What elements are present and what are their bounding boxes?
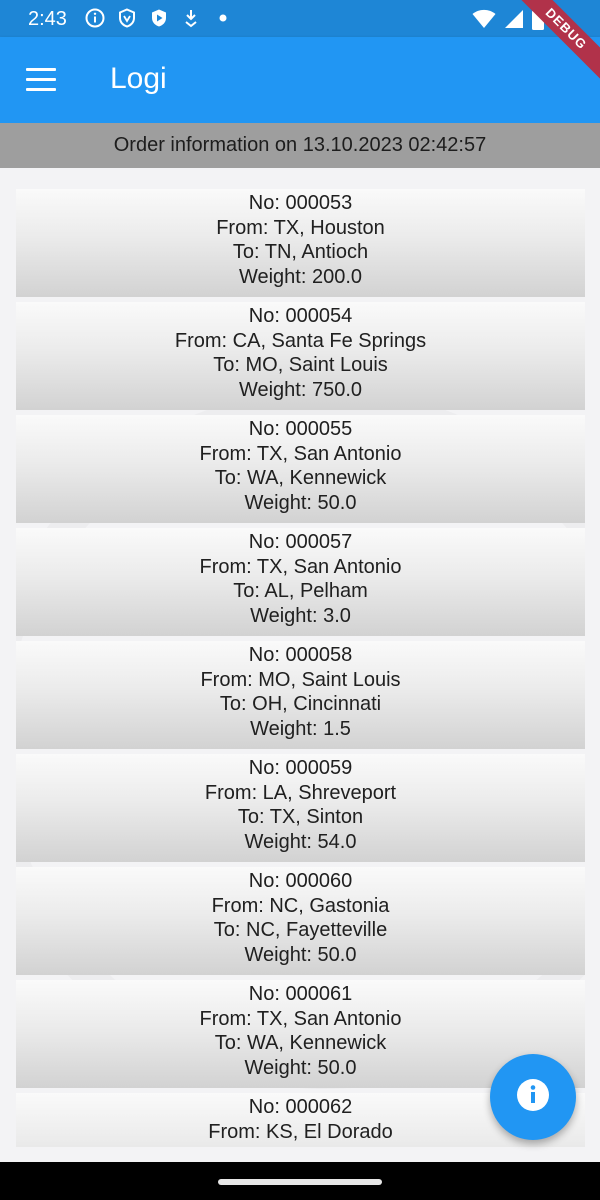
order-number: No: 000055 (248, 418, 353, 440)
order-weight: Weight: 54.0 (244, 830, 357, 853)
order-card[interactable]: No: 000060 From: NC, Gastonia To: NC, Fa… (16, 867, 585, 975)
order-to: To: AL, Pelham (233, 580, 368, 603)
order-number: No: 000059 (248, 757, 353, 779)
order-card[interactable]: No: 000054 From: CA, Santa Fe Springs To… (16, 302, 585, 410)
status-bar: 2:43 (0, 0, 600, 37)
order-list[interactable]: No: 000053 From: TX, Houston To: TN, Ant… (16, 189, 585, 1147)
navigation-bar (0, 1162, 600, 1200)
dot-icon (212, 7, 234, 29)
app-bar: Logi (0, 37, 600, 123)
order-info-header: Order information on 13.10.2023 02:42:57 (0, 123, 600, 168)
shield-icon (116, 7, 138, 29)
order-card[interactable]: No: 000059 From: LA, Shreveport To: TX, … (16, 754, 585, 862)
order-number: No: 000057 (248, 531, 353, 553)
order-card[interactable]: No: 000053 From: TX, Houston To: TN, Ant… (16, 189, 585, 297)
info-fab-button[interactable] (490, 1054, 576, 1140)
download-icon (180, 7, 202, 29)
order-number: No: 000053 (248, 192, 353, 214)
order-weight: Weight: 50.0 (244, 491, 357, 514)
order-number: No: 000058 (248, 644, 353, 666)
order-card[interactable]: No: 000057 From: TX, San Antonio To: AL,… (16, 528, 585, 636)
order-weight: Weight: 50.0 (244, 943, 357, 966)
order-to: To: WA, Kennewick (214, 1032, 387, 1055)
status-time: 2:43 (28, 8, 67, 30)
order-from: From: TX, San Antonio (199, 442, 402, 465)
order-weight: Weight: 3.0 (250, 604, 351, 627)
info-circle-icon (84, 7, 106, 29)
order-from: From: TX, San Antonio (199, 1007, 402, 1030)
order-to: To: OH, Cincinnati (219, 693, 382, 716)
home-gesture-handle[interactable] (218, 1179, 382, 1185)
order-number: No: 000054 (248, 305, 353, 327)
order-number: No: 000060 (248, 870, 353, 892)
order-card[interactable]: No: 000058 From: MO, Saint Louis To: OH,… (16, 641, 585, 749)
signal-icon (504, 9, 524, 34)
order-from: From: NC, Gastonia (211, 894, 390, 917)
menu-icon[interactable] (26, 68, 58, 92)
app-title: Logi (110, 62, 167, 95)
order-number: No: 000061 (248, 983, 353, 1005)
order-weight: Weight: 750.0 (238, 378, 363, 401)
order-to: To: TX, Sinton (237, 806, 364, 829)
status-notification-icons (84, 7, 234, 29)
order-weight: Weight: 1.5 (250, 717, 351, 740)
order-to: To: TN, Antioch (232, 241, 369, 264)
order-weight: Weight: 200.0 (238, 265, 363, 288)
order-to: To: WA, Kennewick (214, 467, 387, 490)
info-icon (516, 1078, 550, 1117)
order-to: To: NC, Fayetteville (213, 919, 388, 942)
order-from: From: MO, Saint Louis (200, 668, 401, 691)
play-shield-icon (148, 7, 170, 29)
order-from: From: TX, Houston (216, 216, 385, 239)
order-from: From: LA, Shreveport (204, 781, 397, 804)
order-from: From: TX, San Antonio (199, 555, 402, 578)
order-from: From: CA, Santa Fe Springs (174, 329, 427, 352)
order-card[interactable]: No: 000055 From: TX, San Antonio To: WA,… (16, 415, 585, 523)
wifi-icon (472, 9, 496, 34)
order-to: To: MO, Saint Louis (213, 354, 388, 377)
